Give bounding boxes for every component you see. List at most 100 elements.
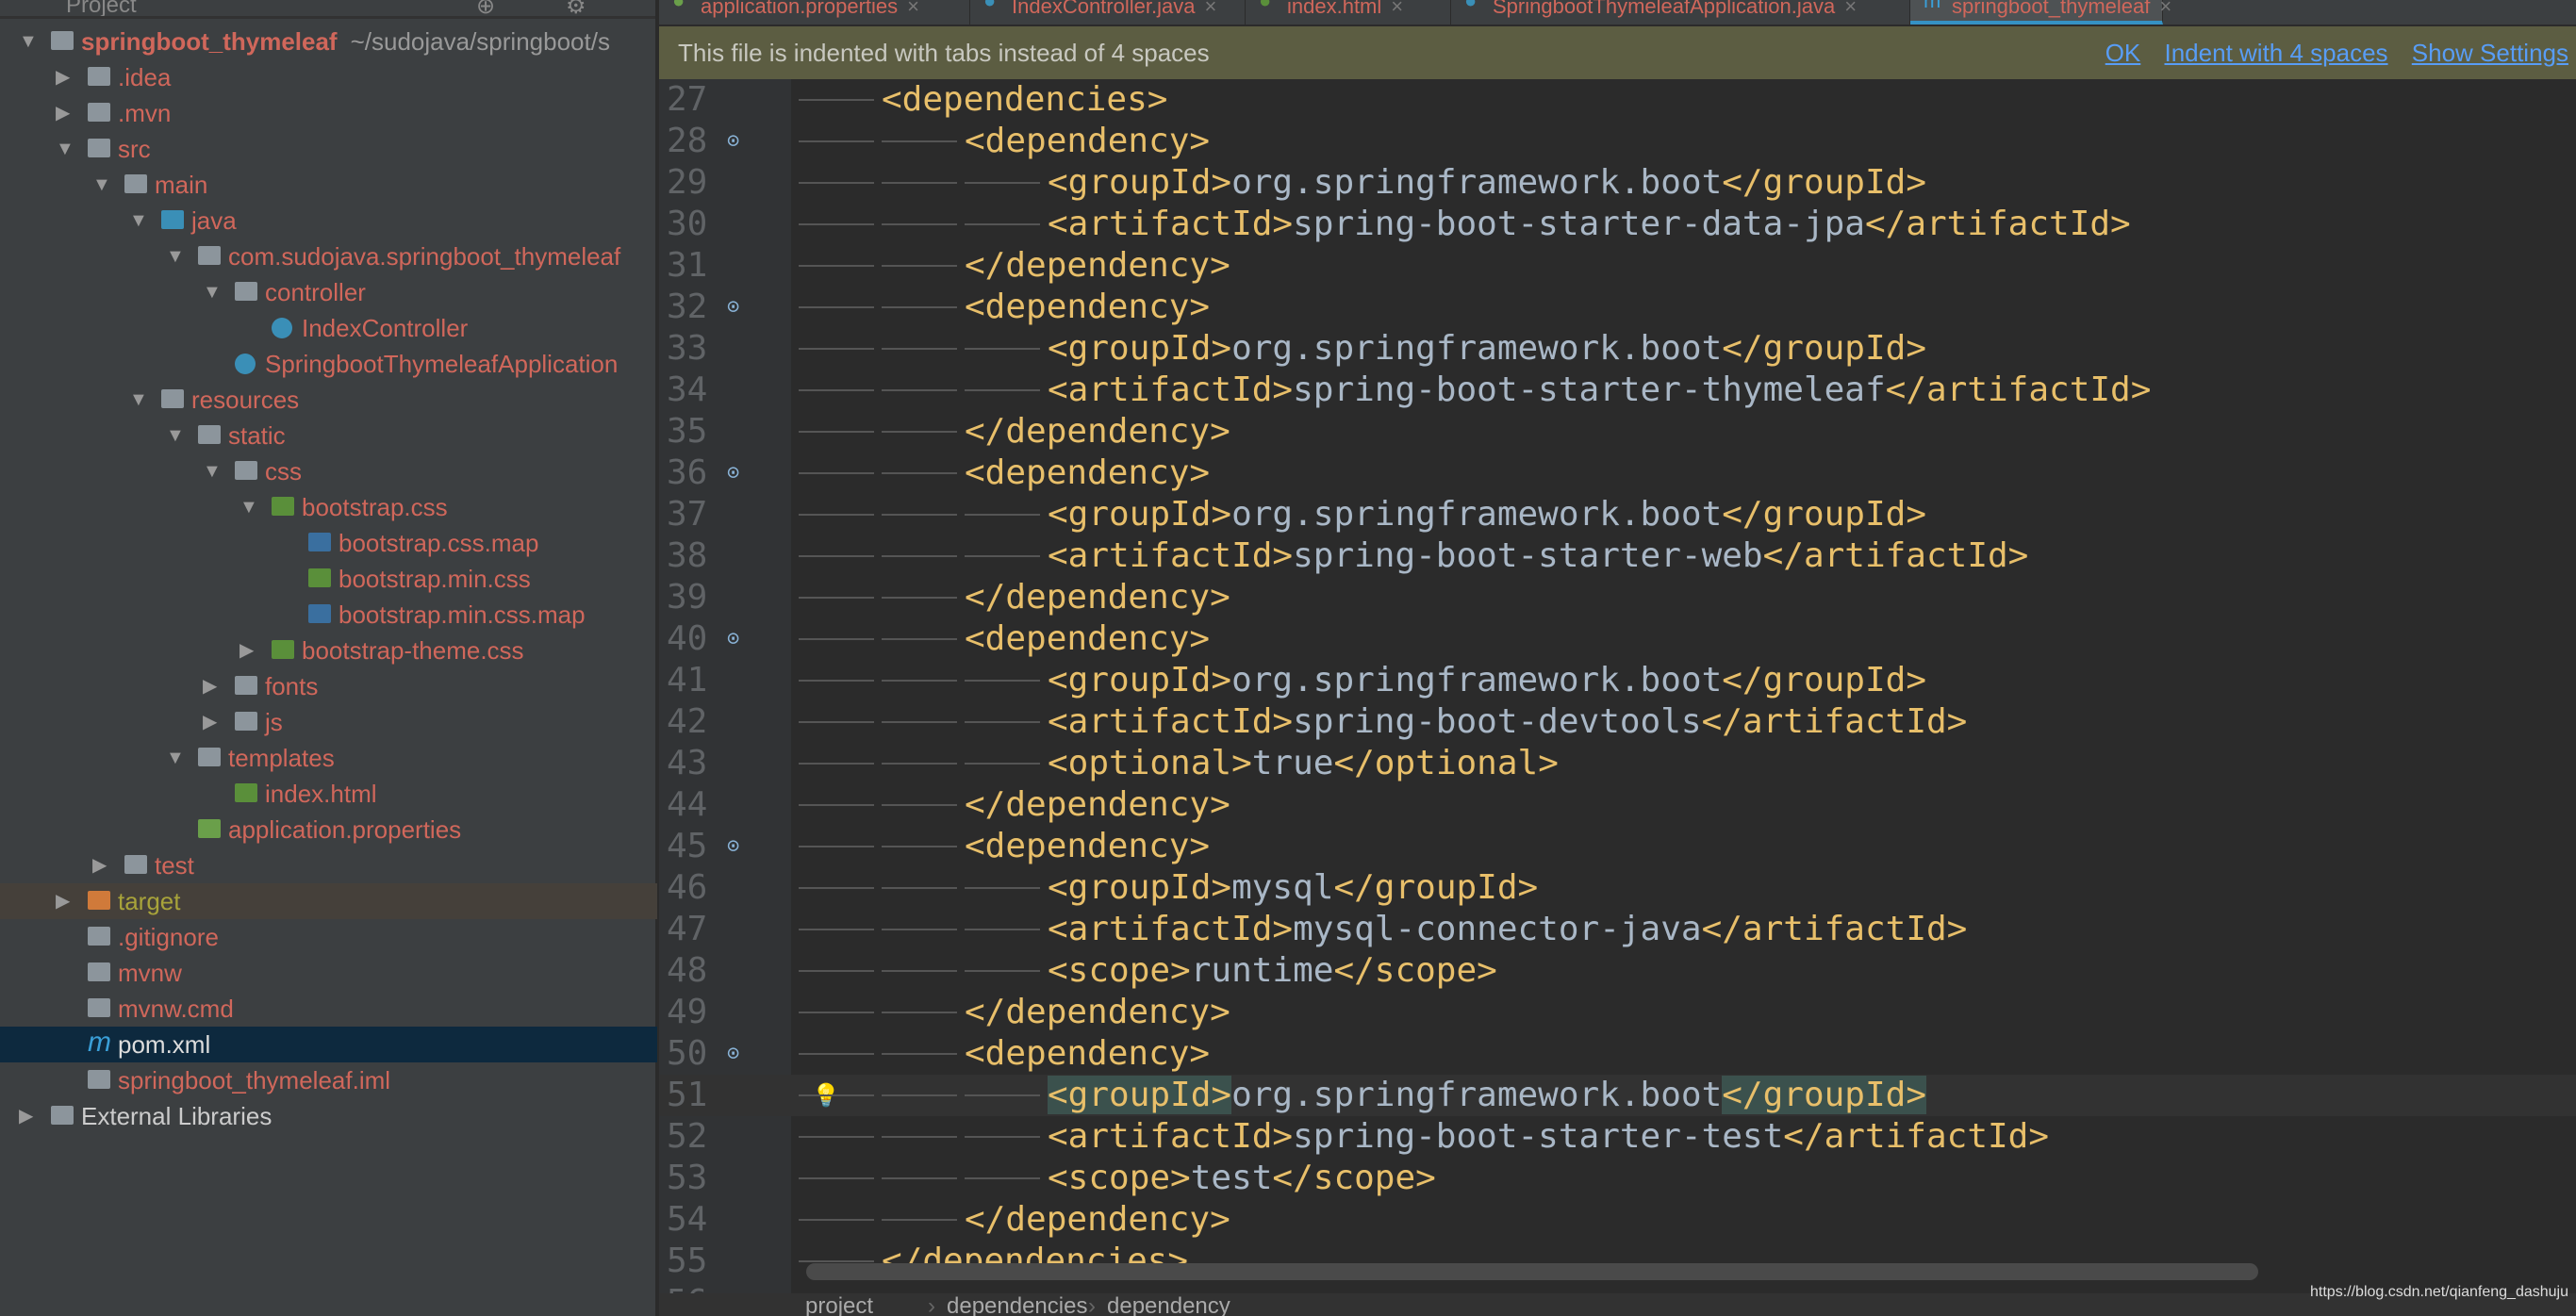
breadcrumb-item[interactable]: project <box>805 1293 873 1316</box>
maven-dependency-icon[interactable]: ⊙ <box>727 1033 739 1075</box>
tree-item[interactable]: mvnw.cmd <box>0 991 657 1027</box>
tree-item[interactable]: IndexController <box>0 310 657 346</box>
tree-item[interactable]: ▼ java <box>0 203 657 239</box>
tree-item[interactable]: index.html <box>0 776 657 812</box>
tree-item[interactable]: SpringbootThymeleafApplication <box>0 346 657 382</box>
code-line: 47 <artifactId>mysql-connector-java</arti… <box>659 909 2576 950</box>
project-view-selector[interactable]: Project <box>66 0 137 16</box>
tree-item[interactable]: ▶ target <box>0 883 657 919</box>
folder-icon <box>235 676 257 695</box>
line-number: 49 <box>667 993 708 1031</box>
chevron-down-icon[interactable]: ▼ <box>203 453 222 489</box>
tree-item-label: src <box>118 135 151 163</box>
line-number: 30 <box>667 205 708 243</box>
tree-item[interactable]: ▼ springboot_thymeleaf ~/sudojava/springbo… <box>0 24 657 59</box>
tree-item[interactable]: ▼ templates <box>0 740 657 776</box>
xml-tag: <dependency> <box>965 122 1211 160</box>
tree-item[interactable]: ▶ .idea <box>0 59 657 95</box>
tree-item[interactable]: springboot_thymeleaf.iml <box>0 1062 657 1098</box>
chevron-down-icon[interactable]: ▼ <box>166 239 185 274</box>
code-line: 56 <box>659 1282 2576 1293</box>
file-icon <box>88 998 110 1017</box>
code-text: <groupId>mysql</groupId> <box>1048 867 1538 909</box>
tree-item[interactable]: ▼ bootstrap.css <box>0 489 657 525</box>
xml-tag: <artifactId> <box>1048 910 1294 948</box>
chevron-right-icon[interactable]: ▶ <box>203 668 217 704</box>
show-settings-link[interactable]: Show Settings <box>2412 39 2568 67</box>
line-number: 43 <box>667 744 708 782</box>
chevron-down-icon[interactable]: ▼ <box>166 418 185 453</box>
chevron-right-icon[interactable]: ▶ <box>56 95 70 131</box>
chevron-right-icon[interactable]: ▶ <box>56 883 70 919</box>
css-file-icon <box>308 568 331 587</box>
breadcrumb-item[interactable]: dependency <box>1107 1293 1230 1316</box>
tree-item[interactable]: ▼ resources <box>0 382 657 418</box>
chevron-down-icon[interactable]: ▼ <box>129 203 148 239</box>
tree-item-label: bootstrap-theme.css <box>302 636 524 665</box>
gear-icon[interactable]: ⚙ <box>566 0 586 16</box>
tree-item[interactable]: ▼ main <box>0 167 657 203</box>
close-tab-icon[interactable]: × <box>907 0 919 18</box>
close-tab-icon[interactable]: × <box>1204 0 1216 18</box>
tree-item[interactable]: application.properties <box>0 812 657 847</box>
tree-item[interactable]: ▶ test <box>0 847 657 883</box>
tree-item[interactable]: ▶ .mvn <box>0 95 657 131</box>
tree-item-label: test <box>155 851 194 880</box>
ok-link[interactable]: OK <box>2105 39 2141 67</box>
tree-item[interactable]: ▼ src <box>0 131 657 167</box>
tree-item[interactable]: ▼ com.sudojava.springboot_thymeleaf <box>0 239 657 274</box>
tree-item[interactable]: bootstrap.min.css <box>0 561 657 597</box>
locate-icon[interactable]: ⊕ <box>476 0 495 16</box>
code-text: <dependency> <box>965 121 1210 162</box>
tree-item[interactable]: mvnw <box>0 955 657 991</box>
chevron-down-icon[interactable]: ▼ <box>56 131 74 167</box>
tab-indexcontroller-java[interactable]: ● IndexController.java × <box>970 0 1246 25</box>
chevron-right-icon[interactable]: ▶ <box>239 633 254 668</box>
indent-with-4-spaces-link[interactable]: Indent with 4 spaces <box>2165 39 2388 67</box>
close-tab-icon[interactable]: × <box>1391 0 1403 18</box>
tab-index-html[interactable]: ● index.html × <box>1246 0 1451 25</box>
maven-dependency-icon[interactable]: ⊙ <box>727 121 739 162</box>
maven-dependency-icon[interactable]: ⊙ <box>727 452 739 494</box>
tree-item[interactable]: .gitignore <box>0 919 657 955</box>
breadcrumb-item[interactable]: dependencies <box>947 1293 1087 1316</box>
close-tab-icon[interactable]: × <box>1844 0 1857 18</box>
tree-item[interactable]: bootstrap.css.map <box>0 525 657 561</box>
json-file-icon <box>308 604 331 623</box>
tree-item[interactable]: ▶ fonts <box>0 668 657 704</box>
tree-item[interactable]: m pom.xml <box>0 1027 657 1062</box>
tree-item[interactable]: ▼ static <box>0 418 657 453</box>
xml-text: org.springframework.boot <box>1231 329 1723 368</box>
maven-dependency-icon[interactable]: ⊙ <box>727 826 739 867</box>
line-number: 29 <box>667 163 708 202</box>
chevron-right-icon[interactable]: ▶ <box>92 847 107 883</box>
tree-item[interactable]: bootstrap.min.css.map <box>0 597 657 633</box>
chevron-down-icon[interactable]: ▼ <box>239 489 258 525</box>
tab-springbootthymeleafapplication-java[interactable]: ● SpringbootThymeleafApplication.java × <box>1451 0 1910 25</box>
tree-item[interactable]: ▶ External Libraries <box>0 1098 657 1134</box>
xml-tag: </groupId> <box>1722 661 1926 699</box>
xml-tag: </artifactId> <box>1701 702 1968 741</box>
tree-item[interactable]: ▶ js <box>0 704 657 740</box>
chevron-right-icon[interactable]: ▶ <box>19 1098 33 1134</box>
chevron-down-icon[interactable]: ▼ <box>129 382 148 418</box>
tab-indent-marker <box>799 1136 874 1138</box>
tab-springboot-thymeleaf[interactable]: m springboot_thymeleaf × <box>1910 0 2171 25</box>
chevron-down-icon[interactable]: ▼ <box>166 740 185 776</box>
chevron-right-icon[interactable]: ▶ <box>56 59 70 95</box>
chevron-right-icon[interactable]: ▶ <box>203 704 217 740</box>
chevron-down-icon[interactable]: ▼ <box>203 274 222 310</box>
tree-item[interactable]: ▼ controller <box>0 274 657 310</box>
chevron-down-icon[interactable]: ▼ <box>19 24 38 59</box>
maven-dependency-icon[interactable]: ⊙ <box>727 618 739 660</box>
maven-dependency-icon[interactable]: ⊙ <box>727 287 739 328</box>
tree-item[interactable]: ▼ css <box>0 453 657 489</box>
tree-item[interactable]: ▶ bootstrap-theme.css <box>0 633 657 668</box>
chevron-down-icon[interactable]: ▼ <box>92 167 111 203</box>
line-number: 39 <box>667 578 708 617</box>
tab-application-properties[interactable]: ● application.properties × <box>659 0 970 25</box>
horizontal-scrollbar[interactable] <box>806 1263 2258 1280</box>
code-editor[interactable]: 27 <dependencies> 28 ⊙ <dependency> 29 <groupI… <box>659 79 2576 1293</box>
close-tab-icon[interactable]: × <box>2159 0 2171 18</box>
xml-text: runtime <box>1190 951 1334 990</box>
